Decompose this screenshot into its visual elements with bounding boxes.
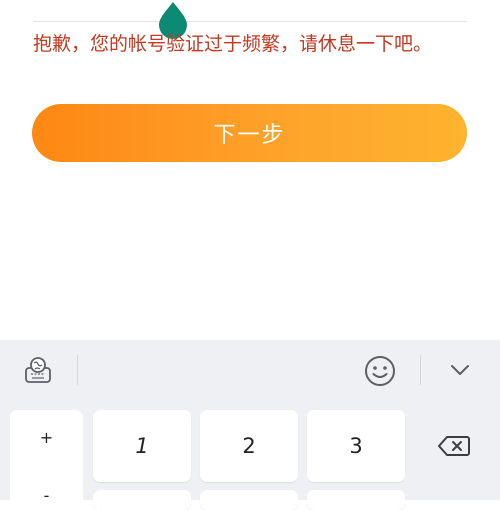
- symbol-column-key[interactable]: + -: [10, 410, 83, 510]
- next-step-label: 下一步: [213, 123, 286, 148]
- plus-key-label: +: [39, 428, 54, 447]
- backspace-icon: [438, 436, 470, 456]
- digit-2-key[interactable]: 2: [200, 410, 298, 482]
- error-message: 抱歉，您的帐号验证过于频繁，请休息一下吧。: [33, 33, 433, 55]
- keyboard-row-2-key[interactable]: [307, 490, 405, 510]
- keyboard-toolbar: [0, 340, 500, 402]
- toolbar-separator: [420, 355, 421, 385]
- keyboard-row-2-key[interactable]: [93, 490, 191, 510]
- keyboard-row-2-key[interactable]: [200, 490, 298, 510]
- digit-3-label: 3: [349, 434, 363, 458]
- toolbar-separator: [77, 355, 78, 385]
- chevron-down-icon[interactable]: [444, 354, 476, 386]
- minus-key-label: -: [43, 486, 50, 505]
- emoji-icon[interactable]: [362, 353, 398, 389]
- digit-1-label: 1: [135, 434, 149, 458]
- backspace-key[interactable]: [414, 410, 494, 482]
- digit-3-key[interactable]: 3: [307, 410, 405, 482]
- soft-keyboard: + - 1 2 3: [0, 340, 500, 510]
- digit-2-label: 2: [242, 434, 256, 458]
- next-step-button[interactable]: 下一步: [32, 104, 467, 162]
- digit-1-key[interactable]: 1: [93, 410, 191, 482]
- input-underline: [33, 21, 467, 22]
- globe-keyboard-icon[interactable]: [20, 352, 56, 388]
